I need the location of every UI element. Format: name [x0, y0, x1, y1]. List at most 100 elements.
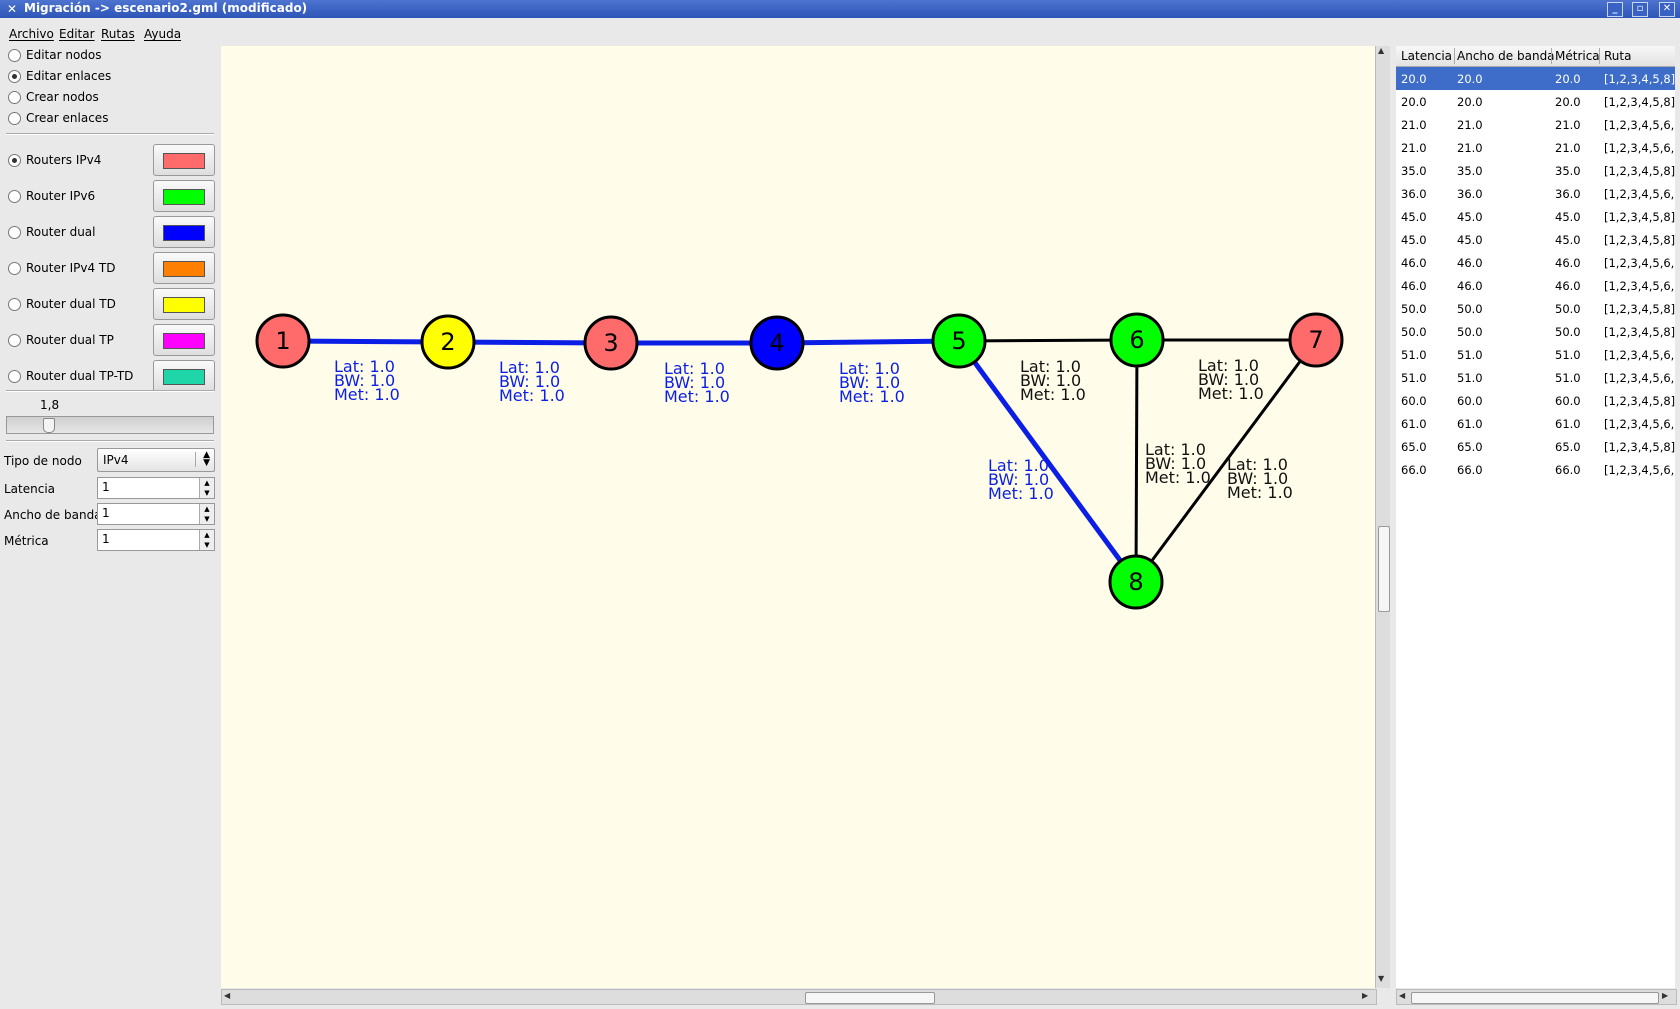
table-row[interactable]: 46.0 46.0 46.0 [1,2,3,4,5,6,8 — [1396, 251, 1675, 274]
table-row[interactable]: 50.0 50.0 50.0 [1,2,3,4,5,8] — [1396, 320, 1675, 343]
table-row[interactable]: 46.0 46.0 46.0 [1,2,3,4,5,6,8 — [1396, 274, 1675, 297]
node-1[interactable]: 1 — [255, 313, 311, 369]
radio-button[interactable] — [8, 190, 21, 203]
node-4[interactable]: 4 — [749, 315, 805, 371]
close-button[interactable]: ✕ — [1659, 2, 1675, 17]
router-color-button[interactable] — [153, 144, 215, 176]
node-5[interactable]: 5 — [931, 313, 987, 369]
table-cell: 36.0 — [1401, 187, 1427, 201]
table-cell: [1,2,3,4,5,8] — [1604, 164, 1675, 178]
table-cell: 21.0 — [1457, 118, 1483, 132]
menu-archivo[interactable]: Archivo — [9, 27, 54, 41]
metric-spinbox[interactable]: ▲▼ — [97, 529, 215, 551]
radio-button[interactable] — [8, 226, 21, 239]
menu-rutas[interactable]: Rutas — [101, 27, 135, 41]
zoom-slider[interactable] — [6, 416, 214, 434]
column-header-metrica[interactable]: Métrica — [1555, 49, 1600, 63]
bandwidth-spinbox[interactable]: ▲▼ — [97, 503, 215, 525]
canvas-vscroll-thumb[interactable] — [1378, 526, 1390, 612]
maximize-button[interactable]: ▫ — [1632, 2, 1648, 17]
table-row[interactable]: 51.0 51.0 51.0 [1,2,3,4,5,6,8 — [1396, 343, 1675, 366]
table-cell: [1,2,3,4,5,6,8 — [1604, 371, 1675, 385]
router-color-button[interactable] — [153, 288, 215, 320]
minimize-button[interactable]: _ — [1607, 2, 1623, 17]
table-row[interactable]: 21.0 21.0 21.0 [1,2,3,4,5,6,8 — [1396, 113, 1675, 136]
radio-button[interactable] — [8, 70, 21, 83]
scroll-left-icon[interactable]: ◀ — [224, 991, 230, 1000]
network-canvas[interactable]: Lat: 1.0 BW: 1.0 Met: 1.0 Lat: 1.0 BW: 1.0 Me… — [221, 46, 1375, 988]
scroll-down-icon[interactable]: ▼ — [1378, 974, 1384, 983]
node-8[interactable]: 8 — [1108, 554, 1164, 610]
scroll-left-icon[interactable]: ◀ — [1399, 991, 1405, 1000]
table-row[interactable]: 65.0 65.0 65.0 [1,2,3,4,5,8] — [1396, 435, 1675, 458]
router-color-button[interactable] — [153, 252, 215, 284]
menu-editar[interactable]: Editar — [59, 27, 95, 41]
bandwidth-input[interactable] — [100, 505, 198, 521]
scroll-right-icon[interactable]: ▶ — [1662, 991, 1668, 1000]
table-row[interactable]: 45.0 45.0 45.0 [1,2,3,4,5,8] — [1396, 228, 1675, 251]
table-row[interactable]: 66.0 66.0 66.0 [1,2,3,4,5,6,8 — [1396, 458, 1675, 481]
table-cell: 65.0 — [1457, 440, 1483, 454]
menu-ayuda[interactable]: Ayuda — [144, 27, 181, 41]
latency-stepper[interactable]: ▲ ▼ — [199, 478, 214, 498]
radio-button[interactable] — [8, 262, 21, 275]
node-2[interactable]: 2 — [420, 314, 476, 370]
radio-button[interactable] — [8, 154, 21, 167]
table-cell: [1,2,3,4,5,6,8 — [1604, 417, 1675, 431]
panel-splitter[interactable] — [1391, 46, 1395, 1006]
link-6-8[interactable] — [1134, 339, 1139, 583]
radio-button[interactable] — [8, 298, 21, 311]
router-color-button[interactable] — [153, 180, 215, 212]
radio-button[interactable] — [8, 334, 21, 347]
table-cell: [1,2,3,4,5,6,8 — [1604, 256, 1675, 270]
node-3[interactable]: 3 — [583, 315, 639, 371]
canvas-hscroll-thumb[interactable] — [805, 992, 935, 1004]
scroll-up-icon[interactable]: ▲ — [1378, 46, 1384, 55]
latency-input[interactable] — [100, 479, 198, 495]
table-cell: 21.0 — [1457, 141, 1483, 155]
table-row[interactable]: 45.0 45.0 45.0 [1,2,3,4,5,8] — [1396, 205, 1675, 228]
node-6[interactable]: 6 — [1109, 312, 1165, 368]
router-color-button[interactable] — [153, 324, 215, 356]
network-graph[interactable]: Lat: 1.0BW: 1.0Met: 1.0Lat: 1.0BW: 1.0Me… — [221, 46, 1375, 988]
scroll-right-icon[interactable]: ▶ — [1362, 991, 1368, 1000]
column-header-ruta[interactable]: Ruta — [1604, 49, 1631, 63]
metric-stepper[interactable]: ▲ ▼ — [199, 530, 214, 550]
metric-input[interactable] — [100, 531, 198, 547]
table-row[interactable]: 36.0 36.0 36.0 [1,2,3,4,5,6,8 — [1396, 182, 1675, 205]
table-cell: [1,2,3,4,5,8] — [1604, 210, 1675, 224]
table-cell: 45.0 — [1555, 233, 1581, 247]
column-header-latencia[interactable]: Latencia — [1401, 49, 1452, 63]
table-row[interactable]: 51.0 51.0 51.0 [1,2,3,4,5,6,8 — [1396, 366, 1675, 389]
bandwidth-stepper[interactable]: ▲ ▼ — [199, 504, 214, 524]
table-cell: 61.0 — [1555, 417, 1581, 431]
table-cell: 50.0 — [1401, 302, 1427, 316]
canvas-horizontal-scrollbar[interactable]: ◀ ▶ — [221, 989, 1377, 1005]
node-type-select[interactable]: IPv4 ▲ ▼ — [97, 448, 215, 472]
node-7[interactable]: 7 — [1288, 312, 1344, 368]
radio-button[interactable] — [8, 370, 21, 383]
table-row[interactable]: 20.0 20.0 20.0 [1,2,3,4,5,8] — [1396, 67, 1675, 90]
column-header-ancho[interactable]: Ancho de banda — [1457, 49, 1555, 63]
table-cell: [1,2,3,4,5,6,8 — [1604, 141, 1675, 155]
table-row[interactable]: 20.0 20.0 20.0 [1,2,3,4,5,8] — [1396, 90, 1675, 113]
table-row[interactable]: 61.0 61.0 61.0 [1,2,3,4,5,6,8 — [1396, 412, 1675, 435]
table-row[interactable]: 50.0 50.0 50.0 [1,2,3,4,5,8] — [1396, 297, 1675, 320]
radio-button[interactable] — [8, 112, 21, 125]
zoom-slider-handle[interactable] — [43, 418, 55, 433]
radio-button[interactable] — [8, 49, 21, 62]
table-cell: 20.0 — [1401, 72, 1427, 86]
table-row[interactable]: 21.0 21.0 21.0 [1,2,3,4,5,6,8 — [1396, 136, 1675, 159]
updown-arrows-icon: ▲ ▼ — [203, 450, 210, 468]
routes-hscroll-thumb[interactable] — [1411, 992, 1659, 1004]
node-label: 2 — [440, 328, 455, 356]
table-row[interactable]: 60.0 60.0 60.0 [1,2,3,4,5,8] — [1396, 389, 1675, 412]
radio-button[interactable] — [8, 91, 21, 104]
router-color-button[interactable] — [153, 360, 215, 392]
routes-horizontal-scrollbar[interactable]: ◀ ▶ — [1396, 989, 1677, 1005]
table-cell: 46.0 — [1457, 279, 1483, 293]
latency-spinbox[interactable]: ▲▼ — [97, 477, 215, 499]
canvas-vertical-scrollbar[interactable]: ▲ ▼ — [1375, 46, 1390, 988]
router-color-button[interactable] — [153, 216, 215, 248]
table-row[interactable]: 35.0 35.0 35.0 [1,2,3,4,5,8] — [1396, 159, 1675, 182]
